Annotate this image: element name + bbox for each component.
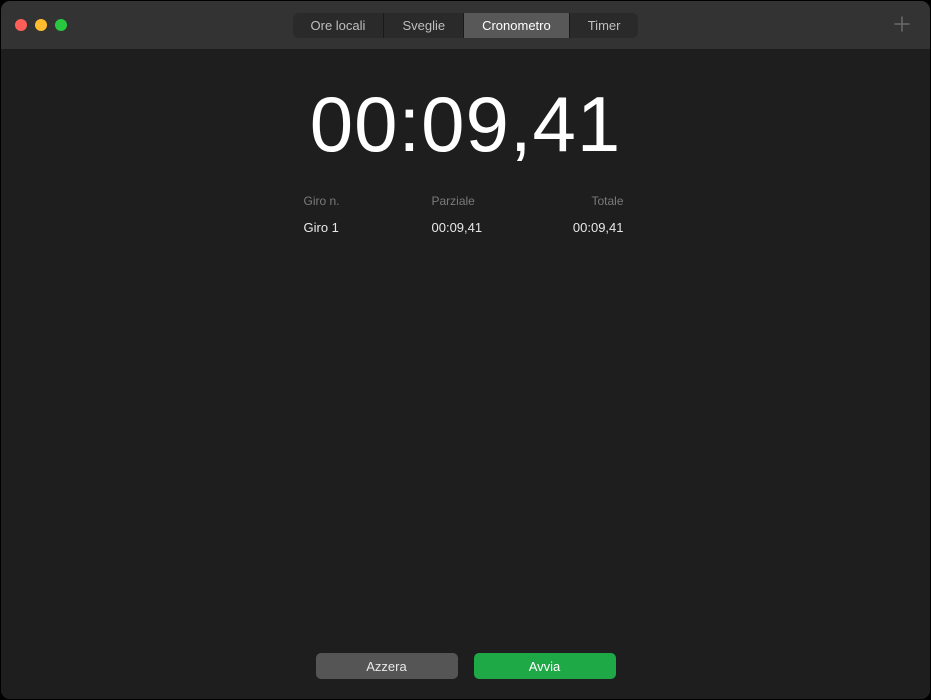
reset-button[interactable]: Azzera [316,653,458,679]
laps-list: Giro n. Parziale Totale Giro 1 00:09,41 … [296,188,636,241]
zoom-window-button[interactable] [55,19,67,31]
footer-buttons: Azzera Avvia [316,653,616,679]
titlebar: Ore locali Sveglie Cronometro Timer [1,1,930,49]
app-window: Ore locali Sveglie Cronometro Timer 00:0… [0,0,931,700]
tab-timer[interactable]: Timer [570,13,639,38]
header-split: Parziale [412,194,520,208]
lap-name: Giro 1 [304,220,412,235]
stopwatch-content: 00:09,41 Giro n. Parziale Totale Giro 1 … [1,49,930,699]
minimize-window-button[interactable] [35,19,47,31]
segmented-control: Ore locali Sveglie Cronometro Timer [293,13,639,38]
lap-total-time: 00:09,41 [520,220,628,235]
lap-row: Giro 1 00:09,41 00:09,41 [296,214,636,241]
window-controls [15,19,67,31]
add-button[interactable] [888,11,916,39]
start-button[interactable]: Avvia [474,653,616,679]
header-lap-number: Giro n. [304,194,412,208]
header-total: Totale [520,194,628,208]
tab-stopwatch[interactable]: Cronometro [464,13,570,38]
tab-alarms[interactable]: Sveglie [384,13,464,38]
laps-header: Giro n. Parziale Totale [296,188,636,214]
elapsed-time: 00:09,41 [310,79,622,170]
lap-split-time: 00:09,41 [412,220,520,235]
tab-world-clock[interactable]: Ore locali [293,13,385,38]
plus-icon [894,12,910,38]
close-window-button[interactable] [15,19,27,31]
